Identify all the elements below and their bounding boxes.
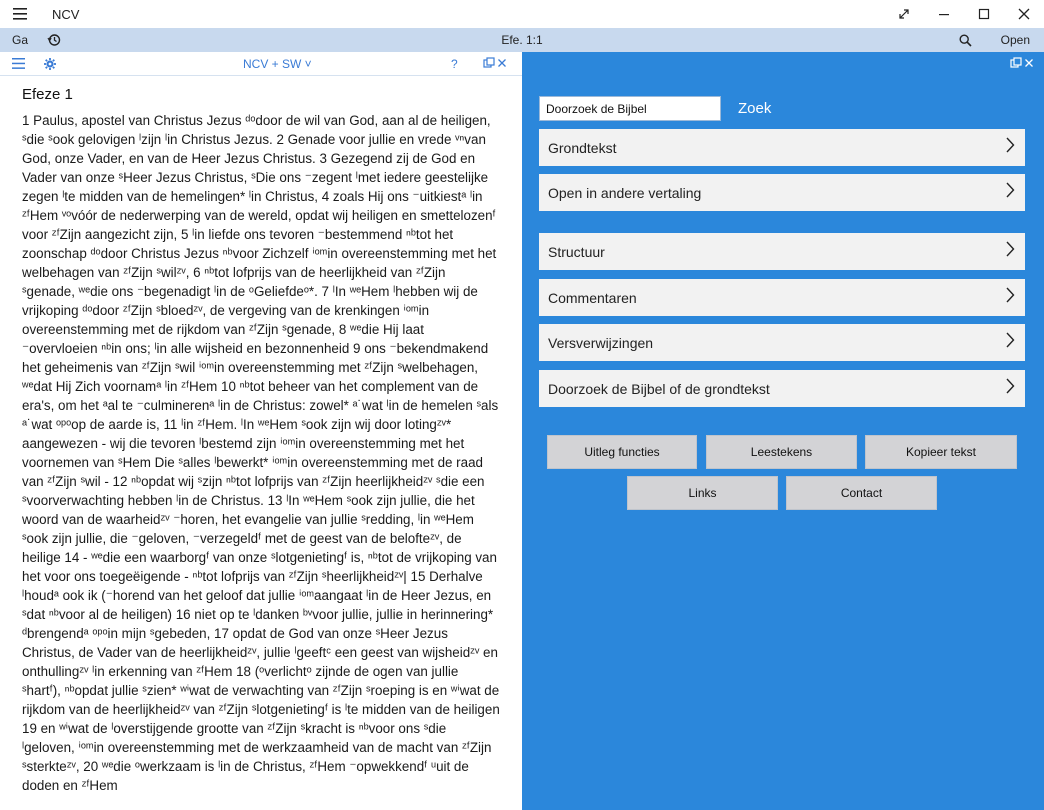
ga-button[interactable]: Ga <box>0 33 40 47</box>
app-title: NCV <box>52 6 80 22</box>
nav-item-label: Versverwijzingen <box>548 334 654 351</box>
search-button[interactable]: Zoek <box>738 100 771 117</box>
history-icon[interactable] <box>40 28 68 52</box>
nav-item-versverwijzingen[interactable]: Versverwijzingen <box>539 324 1025 361</box>
uitleg-functies-button[interactable]: Uitleg functies <box>547 435 697 469</box>
tools-pane-toolbar <box>522 52 1044 76</box>
maximize-button[interactable] <box>964 0 1004 28</box>
nav-item-label: Commentaren <box>548 289 637 306</box>
gear-icon[interactable] <box>36 52 64 76</box>
nav-item-label: Open in andere vertaling <box>548 184 702 201</box>
detach-pane-icon[interactable] <box>1010 56 1022 74</box>
nav-item-label: Grondtekst <box>548 139 617 156</box>
nav-item-grondtekst[interactable]: Grondtekst <box>539 129 1025 166</box>
reading-area: Efeze 1 1 Paulus, apostel van Christus J… <box>0 76 522 795</box>
detach-pane-icon[interactable] <box>483 56 495 74</box>
search-row: Zoek <box>539 96 771 121</box>
nav-item-label: Structuur <box>548 243 605 260</box>
open-button[interactable]: Open <box>1001 28 1030 52</box>
close-pane-icon[interactable] <box>1024 56 1034 74</box>
translation-selector[interactable]: NCV + SW ˅ <box>243 57 312 71</box>
links-button[interactable]: Links <box>627 476 778 510</box>
command-bar: Efe. 1:1 Ga Open <box>0 28 1044 52</box>
chevron-right-icon <box>1005 137 1015 158</box>
chevron-right-icon <box>1005 241 1015 262</box>
chevron-right-icon <box>1005 332 1015 353</box>
current-reference: Efe. 1:1 <box>501 33 543 47</box>
kopieer-tekst-button[interactable]: Kopieer tekst <box>865 435 1017 469</box>
chevron-right-icon <box>1005 182 1015 203</box>
minimize-button[interactable] <box>924 0 964 28</box>
chevron-right-icon <box>1005 287 1015 308</box>
contact-button[interactable]: Contact <box>786 476 937 510</box>
text-pane-toolbar: NCV + SW ˅ ? <box>0 52 522 76</box>
close-button[interactable] <box>1004 0 1044 28</box>
nav-item-commentaren[interactable]: Commentaren <box>539 279 1025 316</box>
chapter-title: Efeze 1 <box>22 86 73 103</box>
title-bar: NCV <box>0 0 1044 28</box>
chapter-text[interactable]: 1 Paulus, apostel van Christus Jezus ᵈᵒd… <box>22 111 500 795</box>
help-button[interactable]: ? <box>451 57 458 71</box>
close-pane-icon[interactable] <box>497 56 507 74</box>
bible-text-pane: NCV + SW ˅ ? Efeze 1 1 Paulus, apostel v… <box>0 52 522 810</box>
nav-item-label: Doorzoek de Bijbel of de grondtekst <box>548 380 770 397</box>
bible-search-input[interactable] <box>539 96 721 121</box>
fullscreen-icon[interactable] <box>884 0 924 28</box>
nav-item-structuur[interactable]: Structuur <box>539 233 1025 270</box>
chevron-right-icon <box>1005 378 1015 399</box>
leestekens-button[interactable]: Leestekens <box>706 435 857 469</box>
tools-pane: Zoek Grondtekst Open in andere vertaling… <box>522 52 1044 810</box>
nav-item-doorzoek-bijbel-grondtekst[interactable]: Doorzoek de Bijbel of de grondtekst <box>539 370 1025 407</box>
nav-item-open-in-andere-vertaling[interactable]: Open in andere vertaling <box>539 174 1025 211</box>
pane-menu-icon[interactable] <box>0 52 36 76</box>
hamburger-menu-icon[interactable] <box>0 0 40 28</box>
search-icon[interactable] <box>952 28 978 52</box>
